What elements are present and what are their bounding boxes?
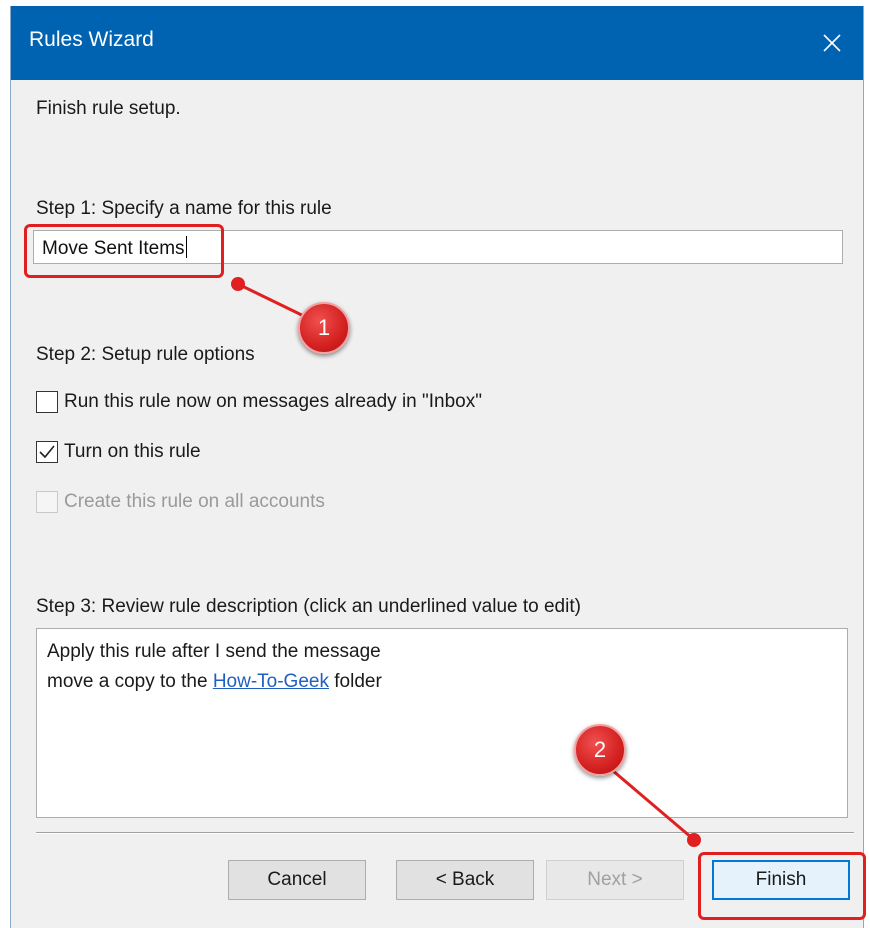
option-turn-on[interactable]: Turn on this rule — [36, 441, 201, 463]
separator-line — [36, 832, 854, 834]
instruction-text: Finish rule setup. — [36, 98, 181, 119]
annotation-badge-1: 1 — [298, 302, 350, 354]
run-now-checkbox[interactable] — [36, 391, 58, 413]
step3-label: Step 3: Review rule description (click a… — [36, 596, 581, 617]
step2-label: Step 2: Setup rule options — [36, 344, 255, 365]
step1-label: Step 1: Specify a name for this rule — [36, 198, 332, 219]
close-icon — [823, 34, 841, 52]
description-prefix: move a copy to the — [47, 671, 213, 692]
highlight-finish-button — [698, 852, 866, 920]
cancel-button[interactable]: Cancel — [228, 860, 366, 900]
description-line-1: Apply this rule after I send the message — [47, 641, 381, 662]
all-accounts-checkbox — [36, 491, 58, 513]
description-line-2: move a copy to the How-To-Geek folder — [47, 667, 837, 697]
folder-link[interactable]: How-To-Geek — [213, 671, 329, 692]
all-accounts-label: Create this rule on all accounts — [64, 491, 325, 512]
next-button: Next > — [546, 860, 684, 900]
annotation-badge-2: 2 — [574, 724, 626, 776]
highlight-rule-name — [24, 224, 224, 278]
back-button[interactable]: < Back — [396, 860, 534, 900]
close-button[interactable] — [801, 6, 863, 80]
window-title: Rules Wizard — [29, 28, 154, 51]
checkmark-icon — [39, 445, 55, 459]
turn-on-label: Turn on this rule — [64, 441, 201, 462]
option-all-accounts: Create this rule on all accounts — [36, 491, 325, 513]
description-suffix: folder — [328, 671, 382, 692]
title-bar: Rules Wizard — [11, 6, 863, 80]
rule-description-box: Apply this rule after I send the message… — [36, 628, 848, 818]
turn-on-checkbox[interactable] — [36, 441, 58, 463]
run-now-label: Run this rule now on messages already in… — [64, 391, 482, 412]
option-run-now[interactable]: Run this rule now on messages already in… — [36, 391, 482, 413]
